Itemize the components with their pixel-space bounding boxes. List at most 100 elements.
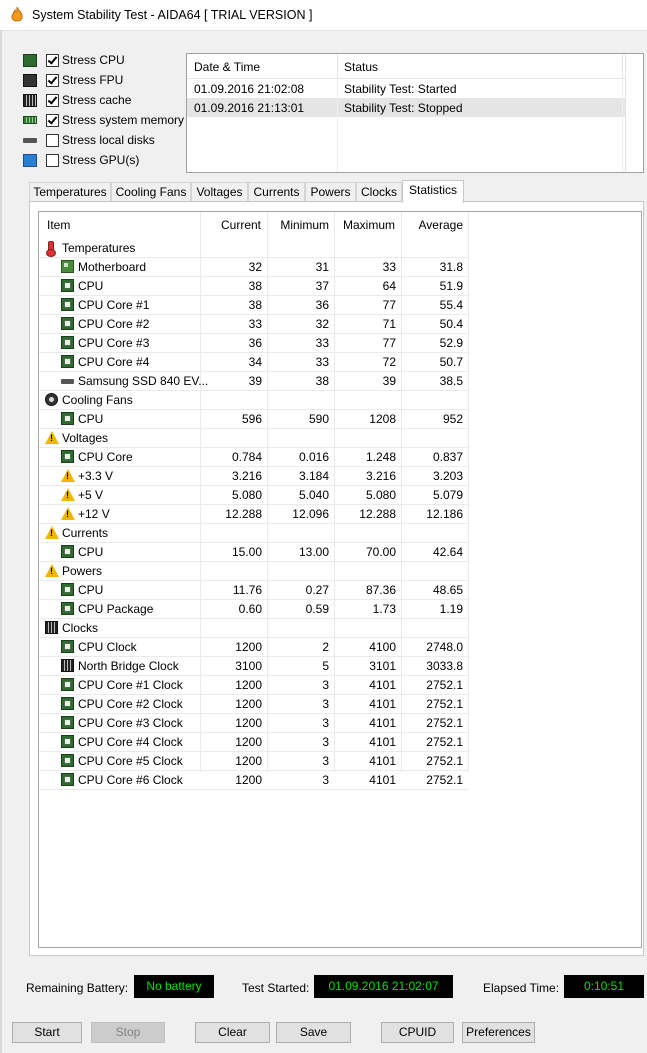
log-row[interactable]: 01.09.2016 21:02:08 Stability Test: Star… [187,79,625,98]
log-row-selected[interactable]: 01.09.2016 21:13:01 Stability Test: Stop… [187,98,625,117]
group-row[interactable]: Currents [39,524,469,543]
clock-chip-icon [61,659,74,672]
table-row[interactable]: CPU Core #3 36 33 77 52.9 [39,334,469,353]
table-row[interactable]: North Bridge Clock 3100 5 3101 3033.8 [39,657,469,676]
current-value: 38 [248,298,262,312]
cpu-chip-icon [61,678,74,691]
current-value: 34 [248,355,262,369]
group-row[interactable]: Cooling Fans [39,391,469,410]
header-average[interactable]: Average [403,218,463,232]
tab-clocks[interactable]: Clocks [356,182,402,202]
table-row[interactable]: CPU 15.00 13.00 70.00 42.64 [39,543,469,562]
average-value: 38.5 [439,374,463,388]
minimum-value: 3 [322,716,329,730]
average-value: 51.9 [439,279,463,293]
clear-button[interactable]: Clear [195,1022,270,1043]
stress-cache-option[interactable]: Stress cache [21,92,191,110]
stress-cpu-option[interactable]: Stress CPU [21,52,191,70]
header-current[interactable]: Current [201,218,261,232]
stress-cpu-label: Stress CPU [62,53,125,67]
stress-disks-checkbox[interactable] [46,134,59,147]
log-header-status[interactable]: Status [344,60,378,74]
table-row[interactable]: CPU Core #4 34 33 72 50.7 [39,353,469,372]
clock-chip-icon [45,621,58,634]
maximum-value: 4101 [369,716,396,730]
maximum-value: 1208 [369,412,396,426]
current-value: 38 [248,279,262,293]
start-button[interactable]: Start [12,1022,82,1043]
stress-fpu-option[interactable]: Stress FPU [21,72,191,90]
stress-cpu-checkbox[interactable] [46,54,59,67]
tab-currents[interactable]: Currents [248,182,305,202]
table-row[interactable]: +12 V 12.288 12.096 12.288 12.186 [39,505,469,524]
stress-disks-label: Stress local disks [62,133,155,147]
preferences-button[interactable]: Preferences [462,1022,535,1043]
stop-button[interactable]: Stop [91,1022,165,1043]
stress-gpu-option[interactable]: Stress GPU(s) [21,152,191,170]
event-log-table[interactable]: Date & Time Status 01.09.2016 21:02:08 S… [186,53,644,173]
table-row[interactable]: Motherboard 32 31 33 31.8 [39,258,469,277]
table-row[interactable]: CPU Clock 1200 2 4100 2748.0 [39,638,469,657]
current-value: 0.60 [238,602,262,616]
cpu-chip-icon [61,279,74,292]
stress-memory-label: Stress system memory [62,113,185,127]
tab-statistics[interactable]: Statistics [402,180,464,203]
log-header-datetime[interactable]: Date & Time [194,60,260,74]
cpuid-button[interactable]: CPUID [381,1022,454,1043]
table-row[interactable]: Samsung SSD 840 EV... 39 38 39 38.5 [39,372,469,391]
stress-disks-option[interactable]: Stress local disks [21,132,191,150]
table-row[interactable]: CPU Package 0.60 0.59 1.73 1.19 [39,600,469,619]
item-label: CPU Core #3 [78,336,150,350]
fpu-icon [23,74,37,87]
maximum-value: 5.080 [365,488,396,502]
table-row[interactable]: +5 V 5.080 5.040 5.080 5.079 [39,486,469,505]
table-row[interactable]: CPU Core #2 33 32 71 50.4 [39,315,469,334]
table-row[interactable]: CPU 11.76 0.27 87.36 48.65 [39,581,469,600]
memory-icon [23,116,37,124]
stress-memory-checkbox[interactable] [46,114,59,127]
table-row[interactable]: CPU Core #6 Clock 1200 3 4101 2752.1 [39,771,469,790]
group-row[interactable]: Voltages [39,429,469,448]
statistics-header: Item Current Minimum Maximum Average [39,212,469,237]
table-row[interactable]: CPU Core #3 Clock 1200 3 4101 2752.1 [39,714,469,733]
stress-fpu-checkbox[interactable] [46,74,59,87]
group-label: Powers [62,564,103,578]
table-row[interactable]: CPU Core #1 38 36 77 55.4 [39,296,469,315]
tab-powers[interactable]: Powers [305,182,356,202]
item-label: CPU [78,279,104,293]
average-value: 55.4 [439,298,463,312]
save-button[interactable]: Save [276,1022,351,1043]
current-value: 1200 [235,640,262,654]
stress-cache-checkbox[interactable] [46,94,59,107]
group-row[interactable]: Temperatures [39,239,469,258]
cpu-chip-icon [61,336,74,349]
maximum-value: 4101 [369,678,396,692]
table-row[interactable]: CPU Core #1 Clock 1200 3 4101 2752.1 [39,676,469,695]
group-row[interactable]: Clocks [39,619,469,638]
minimum-value: 0.016 [298,450,329,464]
statistics-table[interactable]: Item Current Minimum Maximum Average Tem… [38,211,642,948]
stress-memory-option[interactable]: Stress system memory [21,112,191,130]
header-minimum[interactable]: Minimum [269,218,329,232]
tab-temperatures[interactable]: Temperatures [29,182,111,202]
header-maximum[interactable]: Maximum [335,218,395,232]
cpu-chip-icon [61,355,74,368]
item-label: North Bridge Clock [78,659,179,673]
minimum-value: 37 [315,279,329,293]
table-row[interactable]: CPU 596 590 1208 952 [39,410,469,429]
table-row[interactable]: CPU Core #5 Clock 1200 3 4101 2752.1 [39,752,469,771]
table-row[interactable]: +3.3 V 3.216 3.184 3.216 3.203 [39,467,469,486]
cpu-chip-icon [61,754,74,767]
log-scrollbar[interactable] [625,54,643,172]
table-row[interactable]: CPU Core 0.784 0.016 1.248 0.837 [39,448,469,467]
tab-voltages[interactable]: Voltages [191,182,248,202]
table-row[interactable]: CPU Core #4 Clock 1200 3 4101 2752.1 [39,733,469,752]
maximum-value: 77 [382,336,396,350]
group-row[interactable]: Powers [39,562,469,581]
header-item[interactable]: Item [47,218,70,232]
stress-gpu-checkbox[interactable] [46,154,59,167]
table-row[interactable]: CPU 38 37 64 51.9 [39,277,469,296]
tab-cooling-fans[interactable]: Cooling Fans [111,182,191,202]
table-row[interactable]: CPU Core #2 Clock 1200 3 4101 2752.1 [39,695,469,714]
current-value: 32 [248,260,262,274]
